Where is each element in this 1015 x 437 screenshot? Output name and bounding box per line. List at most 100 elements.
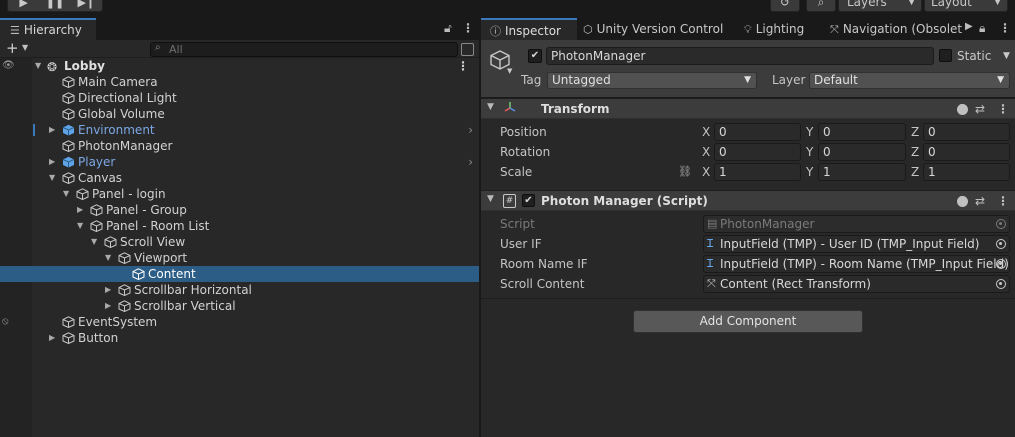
axis-x-label[interactable]: X — [702, 125, 710, 139]
static-checkbox[interactable] — [939, 49, 952, 62]
tree-row-scrollbar-horizontal[interactable]: ▶ Scrollbar Horizontal — [0, 282, 479, 298]
axis-y-label[interactable]: Y — [806, 165, 813, 179]
tab-hierarchy[interactable]: ☰ Hierarchy — [0, 18, 96, 40]
tree-row-panel-login[interactable]: ▼ Panel - login — [0, 186, 479, 202]
object-picker-icon[interactable] — [996, 239, 1006, 249]
position-y-field[interactable]: 0 — [818, 123, 906, 141]
collapsed-arrow-icon[interactable]: ▶ — [49, 122, 55, 138]
axis-y-label[interactable]: Y — [806, 145, 813, 159]
preset-icon[interactable]: ⇄ — [975, 194, 985, 208]
tag-dropdown[interactable]: Untagged ▼ — [547, 72, 757, 89]
tree-row-scroll-view[interactable]: ▼ Scroll View — [0, 234, 479, 250]
chevron-down-icon[interactable]: ▼ — [507, 67, 512, 75]
tab-lighting[interactable]: 💡︎ Lighting — [744, 18, 804, 40]
constrain-proportions-link-icon[interactable]: ⛓︎ — [678, 165, 692, 178]
tree-row-button[interactable]: ▶ Button — [0, 330, 479, 346]
tree-row-photonmanager[interactable]: PhotonManager — [0, 138, 479, 154]
component-enabled-checkbox[interactable]: ✔ — [522, 194, 535, 207]
gameobject-active-checkbox[interactable]: ✔ — [528, 49, 542, 63]
expanded-arrow-icon[interactable]: ▼ — [63, 186, 69, 202]
expanded-arrow-icon[interactable]: ▼ — [35, 58, 41, 74]
layout-dropdown[interactable]: Layout ▼ — [924, 0, 1008, 12]
tree-row-environment[interactable]: ▶ Environment › — [0, 122, 479, 138]
more-options-icon[interactable]: ⋮ — [457, 58, 469, 74]
position-x-field[interactable]: 0 — [714, 123, 801, 141]
gameobject-name-field[interactable]: PhotonManager — [546, 47, 934, 65]
user-if-field[interactable]: Ɪ InputField (TMP) - User ID (TMP_Input … — [703, 235, 1010, 253]
expanded-arrow-icon[interactable]: ▼ — [77, 218, 83, 234]
tab-unity-version-control[interactable]: ⬡ Unity Version Control — [583, 18, 723, 40]
axis-y-label[interactable]: Y — [806, 125, 813, 139]
tree-row-content[interactable]: Content — [0, 266, 479, 282]
preset-icon[interactable]: ⇄ — [975, 102, 985, 116]
chevron-right-icon[interactable]: › — [468, 154, 473, 170]
more-options-icon[interactable]: ⋮ — [999, 21, 1011, 35]
tree-row-panel-group[interactable]: ▶ Panel - Group — [0, 202, 479, 218]
photon-manager-component-header[interactable]: ▼ # ✔ Photon Manager (Script) ? ⇄ ⋮ — [481, 190, 1015, 211]
collapsed-arrow-icon[interactable]: ▶ — [49, 154, 55, 170]
tree-row-directional-light[interactable]: Directional Light — [0, 90, 479, 106]
layout-label: Layout — [931, 0, 972, 9]
play-icon[interactable]: ▶ — [8, 0, 39, 9]
tree-row-eventsystem[interactable]: EventSystem — [0, 314, 479, 330]
tree-row-panel-room-list[interactable]: ▼ Panel - Room List — [0, 218, 479, 234]
layer-dropdown[interactable]: Default ▼ — [809, 72, 1010, 89]
unity-scene-icon: ❂ — [47, 60, 58, 74]
tree-row-scrollbar-vertical[interactable]: ▶ Scrollbar Vertical — [0, 298, 479, 314]
lock-icon[interactable]: 🔒︎ — [979, 21, 985, 36]
add-icon[interactable]: + — [6, 39, 19, 57]
search-icon[interactable]: ⌕ — [806, 0, 836, 12]
step-icon[interactable]: ▶❙ — [71, 0, 102, 9]
scale-y-field[interactable]: 1 — [818, 163, 906, 181]
history-icon[interactable]: ↺ — [770, 0, 800, 12]
chevron-down-icon[interactable]: ▼ — [1003, 51, 1010, 61]
add-component-button[interactable]: Add Component — [633, 310, 863, 333]
help-icon[interactable]: ? — [957, 103, 968, 115]
axis-z-label[interactable]: Z — [911, 165, 919, 179]
chevron-right-icon[interactable]: › — [468, 122, 473, 138]
tab-navigation[interactable]: ⤧ Navigation (Obsolete — [830, 18, 962, 40]
expanded-arrow-icon[interactable]: ▼ — [487, 102, 494, 112]
more-options-icon[interactable]: ⋮ — [997, 102, 1009, 116]
collapsed-arrow-icon[interactable]: ▶ — [49, 330, 55, 346]
expanded-arrow-icon[interactable]: ▼ — [487, 194, 494, 204]
expanded-arrow-icon[interactable]: ▼ — [105, 250, 111, 266]
object-picker-icon[interactable] — [996, 279, 1006, 289]
more-options-icon[interactable]: ⋮ — [997, 194, 1009, 208]
help-icon[interactable]: ? — [957, 195, 968, 207]
expanded-arrow-icon[interactable]: ▼ — [49, 170, 55, 186]
layers-dropdown[interactable]: Layers ▼ — [838, 0, 922, 12]
expanded-arrow-icon[interactable]: ▼ — [91, 234, 97, 250]
rotation-x-field[interactable]: 0 — [714, 143, 801, 161]
tab-overflow-arrow-icon[interactable]: ▶ — [965, 21, 973, 32]
axis-x-label[interactable]: X — [702, 165, 710, 179]
axis-z-label[interactable]: Z — [911, 125, 919, 139]
tab-inspector[interactable]: ⓘ Inspector — [481, 18, 577, 40]
scale-x-field[interactable]: 1 — [714, 163, 801, 181]
lock-icon[interactable]: 🔓︎ — [444, 21, 452, 36]
more-options-icon[interactable]: ⋮ — [462, 21, 474, 35]
tree-row-main-camera[interactable]: Main Camera — [0, 74, 479, 90]
tree-row-canvas[interactable]: ▼ Canvas — [0, 170, 479, 186]
tree-row-global-volume[interactable]: Global Volume — [0, 106, 479, 122]
tree-row-viewport[interactable]: ▼ Viewport — [0, 250, 479, 266]
axis-z-label[interactable]: Z — [911, 145, 919, 159]
position-z-field[interactable]: 0 — [923, 123, 1010, 141]
search-by-type-icon[interactable] — [461, 43, 474, 56]
tree-row-lobby[interactable]: ▼ ❂ Lobby ⋮ — [0, 58, 479, 74]
room-name-if-field[interactable]: Ɪ InputField (TMP) - Room Name (TMP_Inpu… — [703, 255, 1010, 273]
rotation-z-field[interactable]: 0 — [923, 143, 1010, 161]
pause-icon[interactable]: ❚❚ — [39, 0, 70, 9]
chevron-down-icon[interactable]: ▼ — [22, 43, 28, 52]
collapsed-arrow-icon[interactable]: ▶ — [105, 298, 111, 314]
scroll-content-field[interactable]: ⤧ Content (Rect Transform) — [703, 275, 1010, 293]
rotation-y-field[interactable]: 0 — [818, 143, 906, 161]
hierarchy-search-input[interactable]: ⌕ All — [150, 42, 458, 57]
transform-component-header[interactable]: ▼ Transform ? ⇄ ⋮ — [481, 98, 1015, 119]
object-picker-icon[interactable] — [996, 259, 1006, 269]
collapsed-arrow-icon[interactable]: ▶ — [105, 282, 111, 298]
scale-z-field[interactable]: 1 — [923, 163, 1010, 181]
axis-x-label[interactable]: X — [702, 145, 710, 159]
tree-row-player[interactable]: ▶ Player › — [0, 154, 479, 170]
collapsed-arrow-icon[interactable]: ▶ — [77, 202, 83, 218]
